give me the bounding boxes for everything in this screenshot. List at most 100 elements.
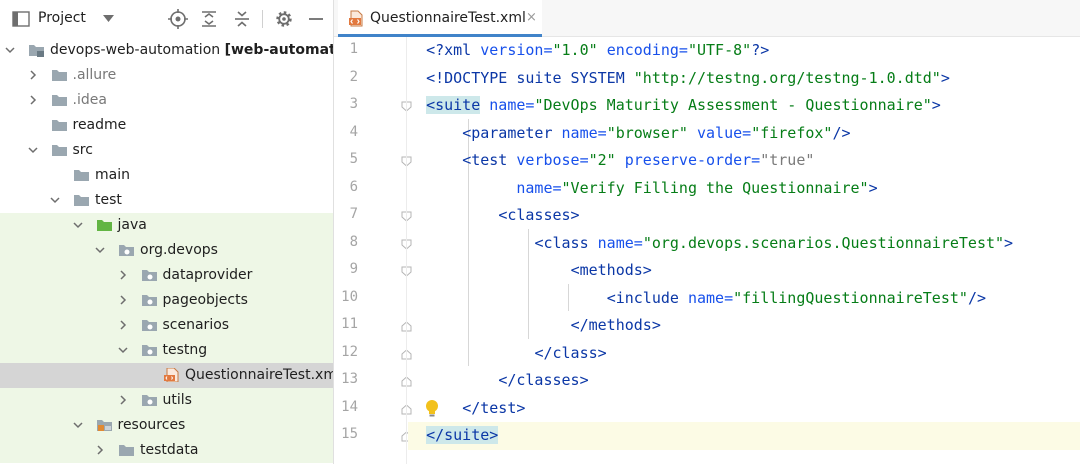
chevron-right-icon[interactable] — [118, 395, 128, 405]
code-line[interactable]: </classes> — [408, 367, 1080, 395]
minimize-icon[interactable] — [305, 8, 327, 30]
chevron-down-icon[interactable] — [50, 195, 60, 205]
module-name-suffix: [web-automatio — [224, 42, 333, 58]
code-line[interactable]: <test verbose="2" preserve-order="true" — [408, 147, 1080, 175]
tree-item[interactable]: testng — [0, 338, 333, 363]
code-line[interactable]: </test> — [408, 395, 1080, 423]
line-number: 7 — [349, 206, 358, 222]
line-number: 15 — [341, 426, 358, 442]
tree-item[interactable]: java — [0, 213, 333, 238]
code-line[interactable]: <class name="org.devops.scenarios.Questi… — [408, 230, 1080, 258]
expand-all-icon[interactable] — [198, 8, 220, 30]
code-token: "http://testng.org/testng-1.0.dtd" — [633, 68, 941, 87]
tree-item[interactable]: org.devops — [0, 238, 333, 263]
source-folder-icon — [96, 220, 112, 231]
code-line[interactable]: <?xml version="1.0" encoding="UTF-8"?> — [408, 37, 1080, 65]
chevron-down-icon[interactable] — [103, 15, 114, 23]
tab-questionnaire-test-xml[interactable]: QuestionnaireTest.xml × — [338, 0, 542, 37]
code-token: ?> — [751, 41, 770, 59]
tree-item[interactable]: test — [0, 188, 333, 213]
code-token: /> — [832, 123, 851, 142]
chevron-right-icon[interactable] — [118, 295, 128, 305]
code-token: "Verify Filling the Questionnaire" — [561, 178, 869, 197]
code-token: <parameter — [462, 123, 562, 142]
lightbulb-icon[interactable] — [424, 399, 440, 417]
code-token: </test> — [462, 398, 526, 417]
tree-item[interactable]: devops-web-automation [web-automatio — [0, 38, 333, 63]
code-token: <!DOCTYPE suite SYSTEM — [426, 68, 634, 87]
module-folder-icon — [29, 45, 44, 57]
code-line[interactable]: <classes> — [408, 202, 1080, 230]
line-number: 11 — [341, 316, 358, 332]
chevron-right-icon[interactable] — [28, 70, 38, 80]
code-line[interactable]: <include name="fillingQuestionnaireTest"… — [408, 285, 1080, 313]
tree-item[interactable]: scenarios — [0, 313, 333, 338]
line-number: 2 — [349, 68, 358, 85]
code-line[interactable]: <suite name="DevOps Maturity Assessment … — [408, 92, 1080, 120]
tree-item[interactable]: .idea — [0, 88, 333, 113]
folder-icon — [51, 145, 67, 156]
code-line[interactable]: <methods> — [408, 257, 1080, 285]
code-token: "firefox" — [751, 123, 833, 142]
code-line[interactable]: name="Verify Filling the Questionnaire"> — [408, 175, 1080, 203]
code-line[interactable]: <parameter name="browser" value="firefox… — [408, 120, 1080, 148]
code-token: "fillingQuestionnaireTest" — [733, 288, 968, 307]
chevron-right-icon[interactable] — [28, 95, 38, 105]
tree-item-label: testdata — [140, 442, 199, 458]
locate-icon[interactable] — [167, 8, 189, 30]
code-line[interactable]: </methods> — [408, 312, 1080, 340]
code-area[interactable]: <?xml version="1.0" encoding="UTF-8"?> <… — [408, 37, 1080, 464]
code-line[interactable]: </class> — [408, 340, 1080, 368]
tree-item[interactable]: QuestionnaireTest.xml — [0, 363, 333, 388]
tree-item[interactable]: .allure — [0, 63, 333, 88]
package-icon — [141, 395, 157, 406]
tree-item-label: pageobjects — [162, 292, 248, 308]
tree-item[interactable]: main — [0, 163, 333, 188]
toolbar-separator — [262, 10, 263, 28]
tree-item[interactable]: resources — [0, 413, 333, 438]
code-token: > — [931, 96, 941, 114]
gear-icon[interactable] — [273, 8, 295, 30]
folder-icon — [119, 445, 134, 456]
code-token: > — [868, 178, 878, 197]
project-view-icon — [12, 11, 30, 27]
code-line[interactable]: </suite> — [408, 422, 1080, 450]
project-panel-title[interactable]: Project — [38, 10, 86, 26]
tree-item[interactable]: readme — [0, 113, 333, 138]
folder-icon — [51, 70, 67, 81]
code-token: value= — [697, 123, 752, 142]
line-number: 12 — [341, 343, 358, 360]
chevron-down-icon[interactable] — [117, 345, 128, 355]
code-token: </class> — [534, 343, 607, 362]
line-number: 8 — [349, 233, 358, 250]
tree-item-label: testng — [162, 342, 208, 358]
chevron-down-icon[interactable] — [5, 45, 15, 55]
code-token: "1.0" — [552, 41, 598, 59]
chevron-right-icon[interactable] — [118, 320, 128, 330]
chevron-right-icon[interactable] — [118, 270, 128, 280]
tree-item-label: readme — [72, 117, 127, 133]
close-icon[interactable]: × — [526, 10, 537, 25]
chevron-right-icon[interactable] — [95, 445, 105, 455]
chevron-down-icon[interactable] — [27, 145, 38, 155]
collapse-all-icon[interactable] — [231, 8, 253, 30]
tree-item-label: .allure — [72, 67, 117, 83]
tree-item-label: scenarios — [162, 317, 230, 333]
chevron-down-icon[interactable] — [95, 245, 105, 255]
editor-gutter[interactable]: 1 2 3 4 5 6 7 8 9 10 11 12 13 14 15 — [334, 37, 412, 464]
code-token: name= — [687, 288, 734, 307]
tree-item[interactable]: dataprovider — [0, 263, 333, 288]
code-token: "org.devops.scenarios.QuestionnaireTest" — [642, 233, 1005, 252]
line-number: 6 — [349, 178, 358, 195]
chevron-down-icon[interactable] — [72, 220, 83, 230]
tree-item-label: .idea — [72, 92, 107, 108]
tree-item[interactable]: pageobjects — [0, 288, 333, 313]
tree-item[interactable]: testdata — [0, 438, 333, 463]
tree-item[interactable]: src — [0, 138, 333, 163]
code-line[interactable]: <!DOCTYPE suite SYSTEM "http://testng.or… — [408, 65, 1080, 93]
chevron-down-icon[interactable] — [72, 420, 83, 430]
tree-item[interactable]: utils — [0, 388, 333, 413]
tree-item-label: src — [72, 142, 93, 158]
